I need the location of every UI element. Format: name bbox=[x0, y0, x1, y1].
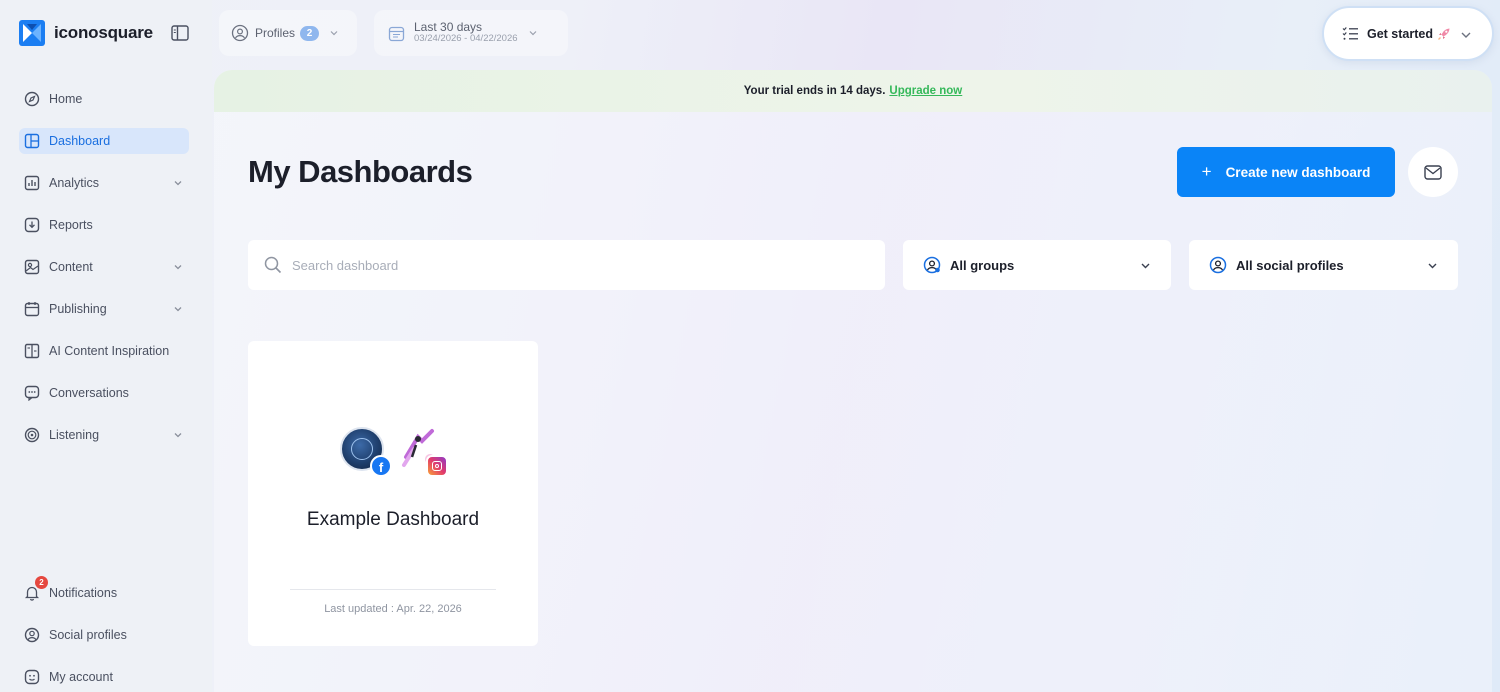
brand-logo[interactable]: iconosquare bbox=[19, 20, 153, 46]
trial-message: Your trial ends in 14 days. bbox=[743, 85, 886, 97]
sidebar-item-ai-content-inspiration[interactable]: AI Content Inspiration bbox=[19, 338, 189, 364]
sidebar-item-home[interactable]: Home bbox=[19, 86, 189, 112]
sidebar-nav: Home Dashboard Analytics Reports Content… bbox=[19, 86, 189, 464]
sidebar-item-analytics[interactable]: Analytics bbox=[19, 170, 189, 196]
sidebar-item-label: Social profiles bbox=[49, 628, 127, 642]
groups-select[interactable]: All groups bbox=[903, 240, 1171, 290]
bar-chart-icon bbox=[23, 174, 41, 192]
sidebar-item-label: Publishing bbox=[49, 302, 107, 316]
create-button-label: Create new dashboard bbox=[1225, 164, 1371, 180]
search-dashboard-box bbox=[248, 240, 885, 290]
sidebar-item-notifications[interactable]: 2 Notifications bbox=[19, 576, 189, 606]
sidebar-item-conversations[interactable]: Conversations bbox=[19, 380, 189, 406]
create-new-dashboard-button[interactable]: + Create new dashboard bbox=[1177, 147, 1395, 197]
image-icon bbox=[23, 258, 41, 276]
brand-name: iconosquare bbox=[54, 23, 153, 42]
get-started-button[interactable]: Get started bbox=[1322, 6, 1494, 61]
sidebar-item-social-profiles[interactable]: Social profiles bbox=[19, 622, 189, 648]
date-range-value: 03/24/2026 - 04/22/2026 bbox=[414, 33, 518, 45]
sidebar-item-listening[interactable]: Listening bbox=[19, 422, 189, 448]
rocket-icon bbox=[1438, 28, 1450, 40]
chat-icon bbox=[23, 384, 41, 402]
chevron-down-icon bbox=[1461, 32, 1471, 38]
smiley-icon bbox=[23, 668, 41, 686]
sidebar-collapse-icon[interactable] bbox=[171, 25, 189, 41]
profile-icon bbox=[1209, 256, 1227, 274]
facebook-icon: f bbox=[370, 455, 392, 477]
chevron-down-icon bbox=[1428, 263, 1437, 269]
sidebar-item-label: Content bbox=[49, 260, 93, 274]
social-profiles-select[interactable]: All social profiles bbox=[1189, 240, 1458, 290]
sidebar-item-dashboard[interactable]: Dashboard bbox=[19, 128, 189, 154]
page-title: My Dashboards bbox=[248, 154, 473, 189]
plus-icon: + bbox=[1201, 162, 1212, 181]
sidebar-item-my-account[interactable]: My account bbox=[19, 664, 189, 690]
chevron-down-icon bbox=[174, 181, 182, 186]
date-range-text: Last 30 days 03/24/2026 - 04/22/2026 bbox=[414, 20, 518, 45]
profiles-selector[interactable]: Profiles 2 bbox=[219, 10, 357, 56]
sidebar-item-publishing[interactable]: Publishing bbox=[19, 296, 189, 322]
date-range-selector[interactable]: Last 30 days 03/24/2026 - 04/22/2026 bbox=[374, 10, 568, 56]
dashboard-icon bbox=[23, 132, 41, 150]
chevron-down-icon bbox=[1141, 263, 1150, 269]
compass-icon bbox=[23, 90, 41, 108]
calendar-icon bbox=[23, 300, 41, 318]
search-dashboard-input[interactable] bbox=[292, 257, 852, 273]
groups-select-value: All groups bbox=[950, 257, 1015, 273]
mail-button[interactable] bbox=[1408, 147, 1458, 197]
chevron-down-icon bbox=[330, 31, 338, 36]
calendar-icon bbox=[388, 26, 405, 41]
card-divider bbox=[290, 589, 496, 590]
profile-group-icon bbox=[231, 24, 249, 42]
dashboard-profile-avatars: f bbox=[340, 427, 460, 477]
chevron-down-icon bbox=[529, 31, 536, 36]
dashboard-last-updated: Last updated : Apr. 22, 2026 bbox=[324, 603, 462, 615]
get-started-label: Get started bbox=[1367, 26, 1433, 41]
radar-icon bbox=[23, 426, 41, 444]
profiles-count-badge: 2 bbox=[300, 25, 320, 41]
checklist-icon bbox=[1342, 27, 1358, 40]
group-icon bbox=[923, 256, 941, 274]
sidebar-item-label: Listening bbox=[49, 428, 100, 442]
sidebar-item-label: Dashboard bbox=[49, 134, 111, 148]
chevron-down-icon bbox=[174, 307, 182, 312]
sidebar-item-label: AI Content Inspiration bbox=[49, 344, 170, 358]
sidebar-bottom-nav: 2 Notifications Social profiles My accou… bbox=[19, 576, 189, 692]
sidebar-item-label: Home bbox=[49, 92, 83, 106]
iconosquare-logo-icon bbox=[19, 20, 45, 46]
chevron-down-icon bbox=[174, 265, 182, 270]
dashboard-card[interactable]: f Example Dashboard Last updated : Apr. … bbox=[248, 341, 538, 646]
mail-icon bbox=[1424, 164, 1442, 180]
upgrade-now-link[interactable]: Upgrade now bbox=[889, 85, 962, 97]
sidebar-item-label: Analytics bbox=[49, 176, 100, 190]
sidebar-item-reports[interactable]: Reports bbox=[19, 212, 189, 238]
layout-icon bbox=[23, 342, 41, 360]
sidebar: iconosquare Home Dashboard Analytics Rep… bbox=[0, 0, 212, 692]
profile-icon bbox=[23, 626, 41, 644]
social-profiles-select-value: All social profiles bbox=[1236, 257, 1344, 273]
notification-count-badge: 2 bbox=[35, 576, 48, 589]
sidebar-item-label: Notifications bbox=[49, 586, 118, 600]
trial-banner: Your trial ends in 14 days. Upgrade now bbox=[214, 70, 1492, 112]
sidebar-item-label: Conversations bbox=[49, 386, 129, 400]
sidebar-item-label: Reports bbox=[49, 218, 93, 232]
profiles-label: Profiles bbox=[255, 26, 296, 40]
main-content: Your trial ends in 14 days. Upgrade now … bbox=[214, 70, 1492, 692]
instagram-icon bbox=[426, 455, 448, 477]
sidebar-item-label: My account bbox=[49, 670, 113, 684]
chevron-down-icon bbox=[174, 433, 182, 438]
dashboard-title: Example Dashboard bbox=[306, 509, 480, 530]
search-icon bbox=[264, 256, 282, 274]
sidebar-item-content[interactable]: Content bbox=[19, 254, 189, 280]
download-icon bbox=[23, 216, 41, 234]
